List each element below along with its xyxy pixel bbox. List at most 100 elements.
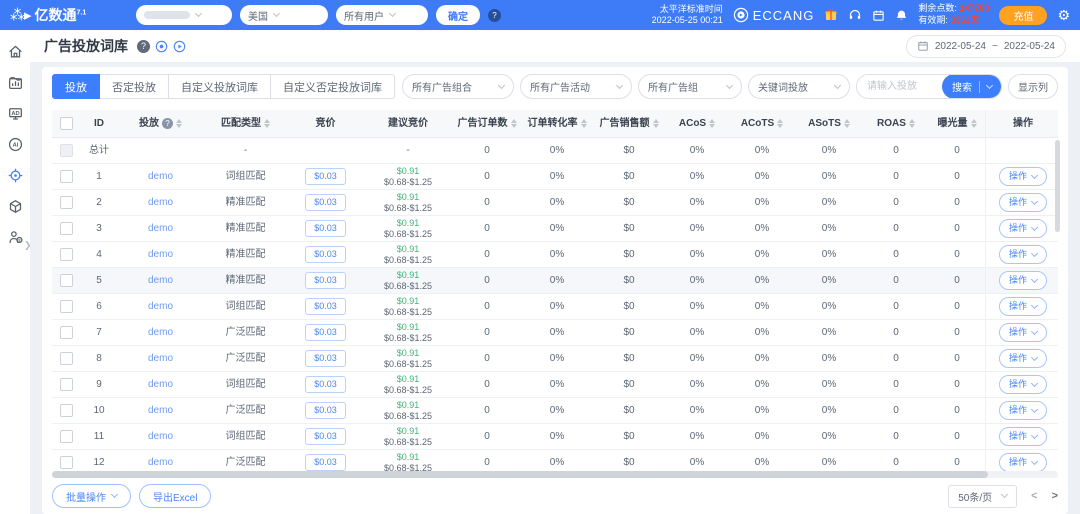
sort-icon[interactable] [176, 116, 182, 131]
bid-button[interactable]: $0.03 [305, 454, 346, 471]
prev-page-button[interactable]: < [1031, 490, 1037, 502]
targeting-type-select[interactable]: 关键词投放 [748, 74, 850, 99]
target-link[interactable]: demo [148, 405, 173, 417]
target-link[interactable]: demo [148, 379, 173, 391]
target-link[interactable]: demo [148, 457, 173, 469]
bell-icon[interactable] [895, 9, 908, 22]
col-impressions[interactable]: 曝光量 [929, 110, 985, 137]
portfolio-select[interactable]: 所有广告组合 [402, 74, 514, 99]
row-checkbox[interactable] [59, 170, 73, 183]
headset-icon[interactable] [848, 8, 862, 22]
show-columns-button[interactable]: 显示列 [1008, 74, 1058, 99]
target-link[interactable]: demo [148, 171, 173, 183]
next-page-button[interactable]: > [1052, 490, 1058, 502]
target-link[interactable]: demo [148, 301, 173, 313]
row-checkbox[interactable] [59, 274, 73, 287]
country-select[interactable]: 美国 [240, 5, 328, 25]
sort-icon[interactable] [908, 116, 915, 131]
row-action-button[interactable]: 操作 [998, 245, 1047, 264]
search-button[interactable]: 搜索 [942, 75, 1001, 98]
store-select[interactable] [136, 5, 232, 25]
col-asots[interactable]: ASoTS [795, 110, 863, 137]
bid-button[interactable]: $0.03 [305, 350, 346, 367]
bid-button[interactable]: $0.03 [305, 272, 346, 289]
export-excel-button[interactable]: 导出Excel [139, 484, 212, 508]
video-icon[interactable] [173, 40, 186, 53]
sidebar-item-products[interactable] [4, 195, 26, 217]
calendar-icon[interactable] [872, 9, 885, 22]
help-badge-icon[interactable]: ? [488, 8, 501, 22]
sidebar-item-ads[interactable]: AD [4, 102, 26, 124]
date-range-picker[interactable]: 2022-05-24 ~ 2022-05-24 [905, 34, 1066, 58]
gift-icon[interactable] [824, 8, 838, 22]
row-action-button[interactable]: 操作 [998, 401, 1047, 420]
horizontal-scrollbar[interactable] [52, 471, 988, 478]
row-action-button[interactable]: 操作 [998, 271, 1047, 290]
row-action-button[interactable]: 操作 [998, 427, 1047, 446]
campaign-select[interactable]: 所有广告活动 [520, 74, 632, 99]
row-action-button[interactable]: 操作 [998, 219, 1047, 238]
col-acots[interactable]: ACoTS [729, 110, 795, 137]
row-action-button[interactable]: 操作 [998, 323, 1047, 342]
bid-button[interactable]: $0.03 [305, 220, 346, 237]
row-checkbox[interactable] [59, 248, 73, 261]
recharge-button[interactable]: 充值 [999, 5, 1048, 25]
col-ad-orders[interactable]: 广告订单数 [453, 110, 521, 137]
gear-icon[interactable]: ⚙ [1057, 8, 1070, 22]
adgroup-select[interactable]: 所有广告组 [638, 74, 742, 99]
title-help-icon[interactable]: ? [137, 39, 150, 53]
target-link[interactable]: demo [148, 353, 173, 365]
row-checkbox[interactable] [59, 404, 73, 417]
col-acos[interactable]: ACoS [665, 110, 729, 137]
sort-icon[interactable] [970, 116, 977, 131]
sidebar-item-targeting[interactable] [4, 164, 26, 186]
row-action-button[interactable]: 操作 [998, 375, 1047, 394]
target-link[interactable]: demo [148, 249, 173, 261]
row-action-button[interactable]: 操作 [998, 349, 1047, 368]
sort-icon[interactable] [264, 116, 270, 131]
bid-button[interactable]: $0.03 [305, 246, 346, 263]
row-checkbox[interactable] [59, 378, 73, 391]
row-checkbox[interactable] [59, 222, 73, 235]
sidebar-item-home[interactable] [4, 40, 26, 62]
col-roas[interactable]: ROAS [863, 110, 929, 137]
bid-button[interactable]: $0.03 [305, 376, 346, 393]
sort-icon[interactable] [777, 116, 784, 131]
bid-button[interactable]: $0.03 [305, 298, 346, 315]
bid-button[interactable]: $0.03 [305, 324, 346, 341]
row-checkbox[interactable] [59, 196, 73, 209]
sidebar-item-ai[interactable]: AI [4, 133, 26, 155]
target-link[interactable]: demo [148, 275, 173, 287]
tab-3[interactable]: 自定义否定投放词库 [271, 74, 395, 99]
sort-icon[interactable] [709, 116, 716, 131]
row-action-button[interactable]: 操作 [998, 193, 1047, 212]
confirm-button[interactable]: 确定 [436, 5, 480, 25]
target-link[interactable]: demo [148, 197, 173, 209]
sidebar-collapse-arrow[interactable]: ❯ [24, 240, 32, 251]
row-action-button[interactable]: 操作 [998, 167, 1047, 186]
col-target[interactable]: 投放? [118, 110, 203, 137]
col-match-type[interactable]: 匹配类型 [203, 110, 288, 137]
col-ad-sales[interactable]: 广告销售额 [593, 110, 665, 137]
guide-icon[interactable] [155, 40, 168, 53]
tab-1[interactable]: 否定投放 [100, 74, 169, 99]
sort-icon[interactable] [510, 116, 517, 131]
sort-icon[interactable] [652, 116, 659, 131]
page-size-select[interactable]: 50条/页 [948, 484, 1018, 508]
row-checkbox[interactable] [59, 456, 73, 469]
row-checkbox[interactable] [59, 300, 73, 313]
target-link[interactable]: demo [148, 327, 173, 339]
bulk-actions-button[interactable]: 批量操作 [52, 484, 131, 508]
row-checkbox[interactable] [59, 326, 73, 339]
bid-button[interactable]: $0.03 [305, 428, 346, 445]
sidebar-item-finance[interactable]: $ [4, 226, 26, 248]
bid-button[interactable]: $0.03 [305, 194, 346, 211]
row-checkbox[interactable] [59, 430, 73, 443]
row-action-button[interactable]: 操作 [998, 297, 1047, 316]
vertical-scrollbar[interactable] [1055, 140, 1060, 232]
search-input[interactable] [857, 75, 943, 98]
target-link[interactable]: demo [148, 223, 173, 235]
sort-icon[interactable] [843, 116, 850, 131]
row-checkbox[interactable] [59, 352, 73, 365]
col-order-cvr[interactable]: 订单转化率 [521, 110, 593, 137]
